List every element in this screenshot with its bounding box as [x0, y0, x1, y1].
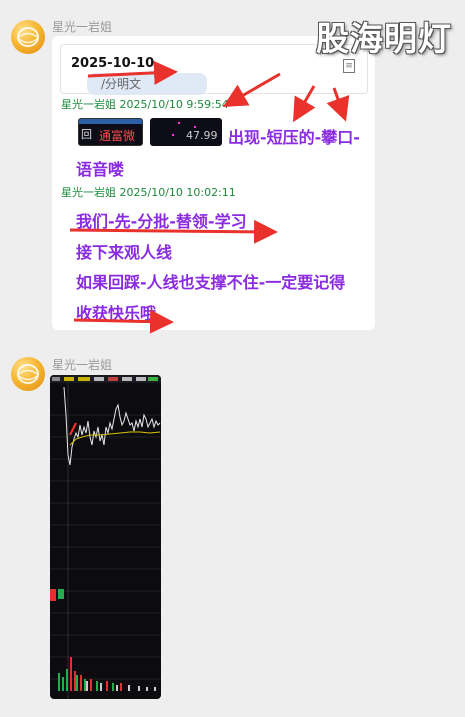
message-text: 语音喽 — [76, 160, 125, 179]
sender-name: 星光一岩姐 — [52, 358, 113, 372]
watermark-logo: 股海明灯 — [316, 19, 452, 58]
message-text: 出现-短压的-攀口- — [228, 128, 360, 147]
message-bubble[interactable]: 2025-10-10 /分明文 ≡ 星光一岩姐 2025/10/10 9:59:… — [52, 36, 375, 330]
quote-date: 2025-10-10 — [71, 56, 155, 71]
thumbnail-label: 通富微 — [99, 129, 136, 143]
message-text: 收获快乐哦 — [76, 304, 157, 323]
stock-thumbnail[interactable]: 47.99 — [150, 118, 222, 146]
quote-preview: /分明文 — [87, 73, 207, 95]
thumbnail-price: 47.99 — [186, 129, 218, 142]
message-text: 接下来观人线 — [76, 243, 173, 262]
document-icon: ≡ — [343, 59, 355, 73]
message-meta: 星光一岩姐 2025/10/10 9:59:54 — [61, 98, 229, 111]
sender-name: 星光一岩姐 — [52, 20, 113, 34]
stock-chart-image[interactable] — [50, 375, 161, 699]
message-text: 如果回踩-人线也支撑不住-一定要记得 — [76, 273, 346, 292]
avatar[interactable] — [11, 20, 45, 54]
message-text: 我们-先-分批-替领-学习 — [76, 212, 247, 231]
thumbnail-prefix: 回 — [81, 128, 92, 141]
avatar[interactable] — [11, 357, 45, 391]
stock-thumbnail[interactable]: 回 通富微 — [78, 118, 143, 146]
message-meta: 星光一岩姐 2025/10/10 10:02:11 — [61, 186, 236, 199]
